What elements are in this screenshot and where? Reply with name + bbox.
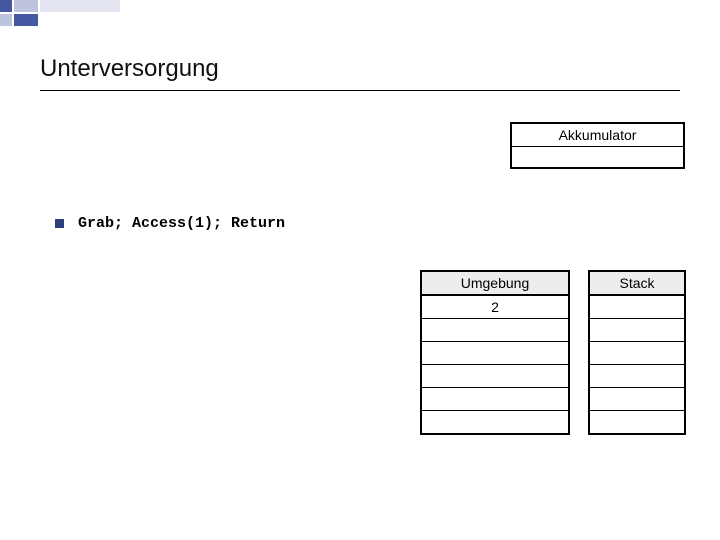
title-rule bbox=[40, 90, 680, 91]
code-line: Grab; Access(1); Return bbox=[78, 215, 285, 232]
environment-table: Umgebung 2 bbox=[420, 270, 570, 435]
accumulator-label: Akkumulator bbox=[512, 124, 683, 147]
stack-cell bbox=[590, 388, 684, 411]
stack-cell bbox=[590, 365, 684, 388]
tables-area: Umgebung 2 Stack bbox=[420, 270, 686, 435]
accumulator-box: Akkumulator bbox=[510, 122, 685, 169]
environment-cell bbox=[422, 411, 568, 433]
environment-cell bbox=[422, 365, 568, 388]
stack-cell bbox=[590, 296, 684, 319]
accumulator-value bbox=[512, 147, 683, 167]
environment-cell bbox=[422, 319, 568, 342]
environment-cell: 2 bbox=[422, 296, 568, 319]
bullet-icon bbox=[55, 219, 64, 228]
environment-cell bbox=[422, 342, 568, 365]
stack-header: Stack bbox=[590, 272, 684, 296]
environment-cell bbox=[422, 388, 568, 411]
stack-table: Stack bbox=[588, 270, 686, 435]
code-bullet-row: Grab; Access(1); Return bbox=[55, 215, 285, 232]
corner-decoration bbox=[0, 0, 140, 30]
stack-cell bbox=[590, 411, 684, 433]
stack-cell bbox=[590, 342, 684, 365]
environment-header: Umgebung bbox=[422, 272, 568, 296]
page-title: Unterversorgung bbox=[40, 55, 219, 83]
stack-cell bbox=[590, 319, 684, 342]
